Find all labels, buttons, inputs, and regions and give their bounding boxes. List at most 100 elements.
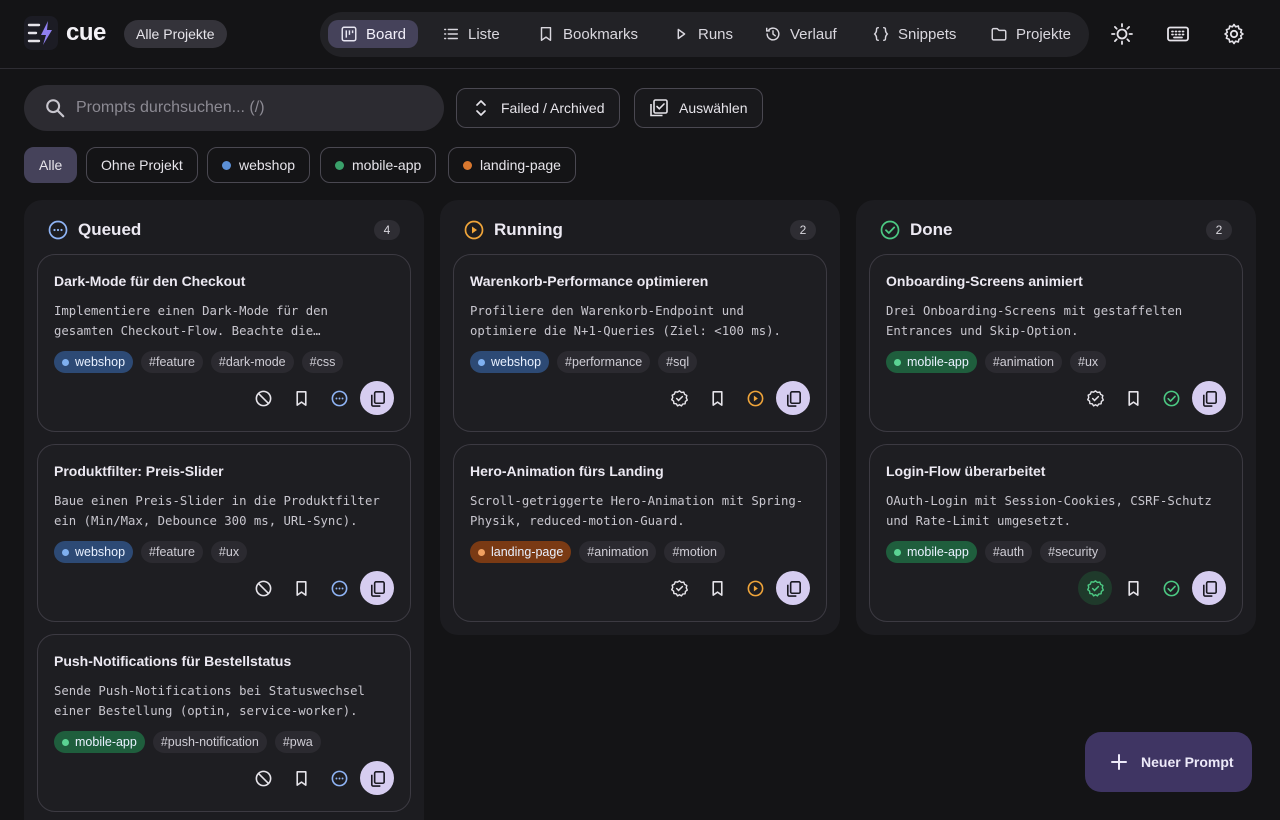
hashtag[interactable]: #auth — [984, 541, 1033, 563]
bookmark-icon — [1127, 580, 1139, 596]
status-button[interactable] — [322, 381, 356, 415]
status-button[interactable] — [322, 761, 356, 795]
hashtag[interactable]: #animation — [579, 541, 657, 563]
hashtag[interactable]: #feature — [141, 351, 203, 373]
project-tag[interactable]: webshop — [470, 351, 550, 373]
filter-alle[interactable]: Alle — [24, 147, 78, 183]
search-icon — [46, 99, 65, 118]
nav-liste[interactable]: Liste — [430, 20, 512, 48]
archive-button[interactable] — [246, 381, 280, 415]
hashtag[interactable]: #ux — [210, 541, 248, 563]
hashtag[interactable]: #animation — [984, 351, 1062, 373]
copy-icon — [786, 390, 801, 407]
filter-ohne-projekt[interactable]: Ohne Projekt — [86, 147, 198, 183]
bookmark-button[interactable] — [284, 381, 318, 415]
bookmark-button[interactable] — [284, 571, 318, 605]
prompt-card[interactable]: Onboarding-Screens animiert Drei Onboard… — [869, 254, 1243, 432]
bookmark-button[interactable] — [284, 761, 318, 795]
bookmark-icon — [540, 26, 552, 42]
hashtag[interactable]: #push-notification — [152, 731, 267, 753]
queued-icon — [331, 390, 347, 406]
copy-icon — [370, 770, 385, 787]
prompt-card[interactable]: Push-Notifications für Bestellstatus Sen… — [37, 634, 411, 812]
hashtag[interactable]: #security — [1040, 541, 1107, 563]
copy-button[interactable] — [776, 381, 810, 415]
search-bar — [24, 85, 444, 131]
archive-button[interactable] — [246, 761, 280, 795]
copy-button[interactable] — [1192, 571, 1226, 605]
status-button[interactable] — [1154, 571, 1188, 605]
nav-verlauf[interactable]: Verlauf — [752, 20, 849, 48]
search-input[interactable] — [76, 85, 436, 131]
sun-icon[interactable] — [1110, 22, 1134, 46]
failed-archived-button[interactable]: Failed / Archived — [456, 88, 620, 128]
project-dot — [62, 358, 69, 366]
hashtag[interactable]: #dark-mode — [210, 351, 294, 373]
prompt-card[interactable]: Hero-Animation fürs Landing Scroll-getri… — [453, 444, 827, 622]
copy-button[interactable] — [1192, 381, 1226, 415]
block-icon — [255, 770, 271, 786]
bookmark-button[interactable] — [700, 381, 734, 415]
nav-projekte[interactable]: Projekte — [978, 20, 1083, 48]
card-description: Profiliere den Warenkorb-Endpoint und op… — [470, 304, 781, 338]
prompt-card[interactable]: Warenkorb-Performance optimieren Profili… — [453, 254, 827, 432]
mark-done-button[interactable] — [662, 381, 696, 415]
queued-icon — [331, 770, 347, 786]
filter-landing-page[interactable]: landing-page — [448, 147, 576, 183]
card-title: Dark-Mode für den Checkout — [54, 273, 246, 289]
select-button[interactable]: Auswählen — [634, 88, 763, 128]
nav-snippets[interactable]: Snippets — [860, 20, 968, 48]
filter-label: Alle — [39, 157, 63, 173]
nav-bookmarks[interactable]: Bookmarks — [525, 20, 650, 48]
copy-button[interactable] — [360, 571, 394, 605]
keyboard-icon[interactable] — [1166, 22, 1190, 46]
hashtag[interactable]: #feature — [141, 541, 203, 563]
hashtag[interactable]: #css — [301, 351, 344, 373]
nav-runs[interactable]: Runs — [660, 20, 745, 48]
hashtag[interactable]: #performance — [557, 351, 651, 373]
project-tag[interactable]: mobile-app — [886, 351, 977, 373]
bookmark-button[interactable] — [1116, 381, 1150, 415]
bookmark-icon — [295, 390, 307, 406]
bookmark-button[interactable] — [1116, 571, 1150, 605]
status-button[interactable] — [322, 571, 356, 605]
status-button[interactable] — [1154, 381, 1188, 415]
card-title: Push-Notifications für Bestellstatus — [54, 653, 292, 669]
running-icon — [747, 580, 763, 596]
hashtag[interactable]: #sql — [658, 351, 698, 373]
project-switcher[interactable]: Alle Projekte — [124, 20, 227, 48]
column-title: Queued — [78, 220, 142, 239]
copy-icon — [370, 390, 385, 407]
project-tag[interactable]: webshop — [54, 351, 134, 373]
prompt-card[interactable]: Login-Flow überarbeitet OAuth-Login mit … — [869, 444, 1243, 622]
project-tag[interactable]: mobile-app — [54, 731, 145, 753]
status-button[interactable] — [738, 571, 772, 605]
card-title: Produktfilter: Preis-Slider — [54, 463, 224, 479]
copy-button[interactable] — [360, 381, 394, 415]
mark-done-button[interactable] — [662, 571, 696, 605]
hashtag[interactable]: #pwa — [274, 731, 321, 753]
mark-done-button[interactable] — [1078, 381, 1112, 415]
status-button[interactable] — [738, 381, 772, 415]
prompt-card[interactable]: Dark-Mode für den Checkout Implementiere… — [37, 254, 411, 432]
filter-mobile-app[interactable]: mobile-app — [320, 147, 437, 183]
project-tag[interactable]: webshop — [54, 541, 134, 563]
bookmark-button[interactable] — [700, 571, 734, 605]
mark-done-button[interactable] — [1078, 571, 1112, 605]
project-tag[interactable]: landing-page — [470, 541, 572, 563]
copy-button[interactable] — [776, 571, 810, 605]
new-prompt-button[interactable]: Neuer Prompt — [1085, 732, 1252, 792]
hashtag[interactable]: #motion — [664, 541, 725, 563]
filter-label: mobile-app — [352, 157, 422, 173]
copy-button[interactable] — [360, 761, 394, 795]
copy-icon — [1202, 580, 1217, 597]
archive-button[interactable] — [246, 571, 280, 605]
project-tag[interactable]: mobile-app — [886, 541, 977, 563]
nav-bookmarks-label: Bookmarks — [563, 25, 639, 43]
done-icon — [1163, 580, 1179, 596]
hashtag[interactable]: #ux — [1070, 351, 1107, 373]
filter-webshop[interactable]: webshop — [207, 147, 311, 183]
gear-icon[interactable] — [1222, 22, 1246, 46]
nav-board[interactable]: Board — [328, 20, 419, 48]
prompt-card[interactable]: Produktfilter: Preis-Slider Baue einen P… — [37, 444, 411, 622]
